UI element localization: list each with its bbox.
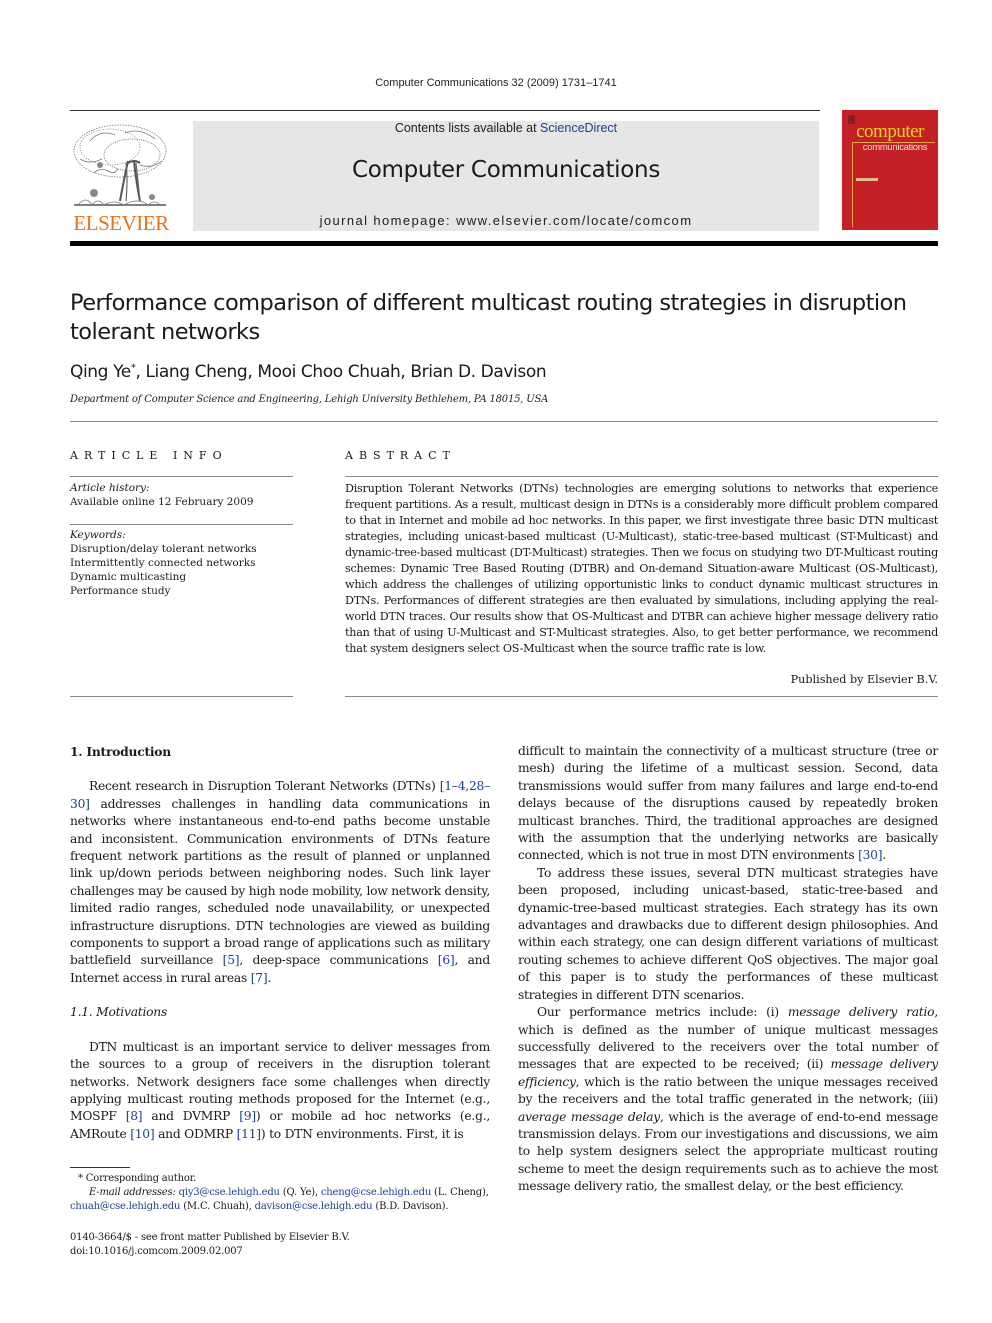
front-matter-line: 0140-3664/$ - see front matter Published… [70,1232,350,1243]
cover-sciencedirect-mark [856,178,878,181]
journal-homepage[interactable]: journal homepage: www.elsevier.com/locat… [193,213,819,228]
cover-title-line2: communications [862,142,928,153]
citation-link[interactable]: [10] [130,1127,155,1141]
body-column-left: 1. Introduction Recent research in Disru… [70,743,490,1143]
email-link[interactable]: qiy3@cse.lehigh.edu [179,1187,280,1198]
elsevier-tree-icon [73,124,167,206]
text-run: Recent research in Disruption Tolerant N… [89,779,440,794]
citation-link[interactable]: [7] [251,971,268,985]
paper-title: Performance comparison of different mult… [70,290,907,345]
citation-link[interactable]: [30] [858,848,883,862]
keyword-item: Intermittently connected networks [70,557,256,569]
email-owner: (B.D. Davison) [375,1201,446,1212]
text-run: difficult to maintain the connectivity o… [518,744,938,863]
affiliation-rule [70,421,938,422]
journal-cover[interactable]: computer communications [842,110,938,230]
section-heading-introduction: 1. Introduction [70,744,171,759]
abstract-rule-top [345,476,938,477]
journal-title: Computer Communications [351,157,660,183]
email-owner: (M.C. Chuah) [183,1201,249,1212]
author-list: Qing Ye*, Liang Cheng, Mooi Choo Chuah, … [70,362,547,382]
email-link[interactable]: chuah@cse.lehigh.edu [70,1201,180,1212]
paragraph-intro-1: Recent research in Disruption Tolerant N… [70,778,490,987]
corresponding-author-note: Corresponding author. [85,1173,197,1184]
section-heading-motivations: 1.1. Motivations [70,1005,168,1020]
text-run: ) to DTN environments. First, it is [260,1126,464,1141]
citation-link[interactable]: [9] [239,1109,256,1123]
keywords-label: Keywords: [70,529,126,541]
keywords-block: Keywords: Disruption/delay tolerant netw… [70,528,257,598]
metric-term: message delivery ratio [787,1005,935,1020]
citation-link[interactable]: [11] [237,1127,262,1141]
front-matter: 0140-3664/$ - see front matter Published… [70,1231,350,1259]
author-rest: , Liang Cheng, Mooi Choo Chuah, Brian D.… [135,362,547,382]
body-column-right: difficult to maintain the connectivity o… [518,743,938,1196]
abstract-text: Disruption Tolerant Networks (DTNs) tech… [345,482,938,655]
text-run: , which is the ratio between the unique … [518,1074,938,1107]
author-first: Qing Ye [70,362,131,382]
history-value: Available online 12 February 2009 [70,496,254,508]
citation-link[interactable]: [8] [126,1109,143,1123]
elsevier-wordmark: ELSEVIER [73,211,169,235]
paragraph-motivations-1: DTN multicast is an important service to… [70,1039,490,1143]
footnote: * Corresponding author. E-mail addresses… [70,1173,489,1212]
metric-term: average message delay [518,1109,661,1124]
elsevier-logo[interactable]: ELSEVIER [70,121,172,235]
cover-title-line1: computer [856,121,924,142]
article-history: Article history: Available online 12 Feb… [70,481,253,509]
text-run: and ODMRP [154,1126,237,1141]
text-run: addresses challenges in handling data co… [70,796,491,968]
footnote-marker: * [78,1173,83,1184]
text-run: . [882,848,886,863]
affiliation: Department of Computer Science and Engin… [70,394,549,405]
sciencedirect-link[interactable]: ScienceDirect [540,121,617,135]
keyword-item: Performance study [70,585,171,597]
paragraph-motivations-continued: difficult to maintain the connectivity o… [518,743,938,865]
email-owner: (Q. Ye) [282,1187,315,1198]
history-label: Article history: [70,482,150,494]
email-link[interactable]: cheng@cse.lehigh.edu [321,1187,431,1198]
citation-link[interactable]: [5] [223,953,240,967]
citation-link[interactable]: [6] [438,953,455,967]
keyword-item: Disruption/delay tolerant networks [70,543,257,555]
text-run: Our performance metrics include: (i) [537,1005,788,1020]
article-info-heading: ARTICLE INFO [70,449,228,462]
keyword-item: Dynamic multicasting [70,571,187,583]
paragraph-motivations-2: To address these issues, several DTN mul… [518,865,938,1002]
footnote-rule [70,1167,130,1168]
email-link[interactable]: davison@cse.lehigh.edu [255,1201,373,1212]
header-rule [70,110,820,111]
article-info-rule-top [70,476,293,477]
contents-line: Contents lists available at ScienceDirec… [193,121,819,135]
email-label: E-mail addresses: [89,1187,176,1198]
article-info-rule-mid [70,524,293,525]
text-run: and DVMRP [142,1109,240,1124]
contents-prefix: Contents lists available at [394,121,541,135]
article-info-rule-bottom [70,696,293,697]
masthead-rule [70,241,938,246]
text-run: , deep-space communications [239,953,438,968]
cover-frame [852,142,935,227]
published-by: Published by Elsevier B.V. [790,673,938,686]
abstract-rule-bottom [345,696,938,697]
doi[interactable]: doi:10.1016/j.comcom.2009.02.007 [70,1245,350,1259]
running-head: Computer Communications 32 (2009) 1731–1… [375,77,617,89]
text-run: . [267,970,272,985]
journal-banner: Contents lists available at ScienceDirec… [193,121,819,231]
email-owner: (L. Cheng) [434,1187,486,1198]
abstract-heading: ABSTRACT [345,449,456,462]
paragraph-motivations-3: Our performance metrics include: (i) mes… [518,1004,938,1195]
